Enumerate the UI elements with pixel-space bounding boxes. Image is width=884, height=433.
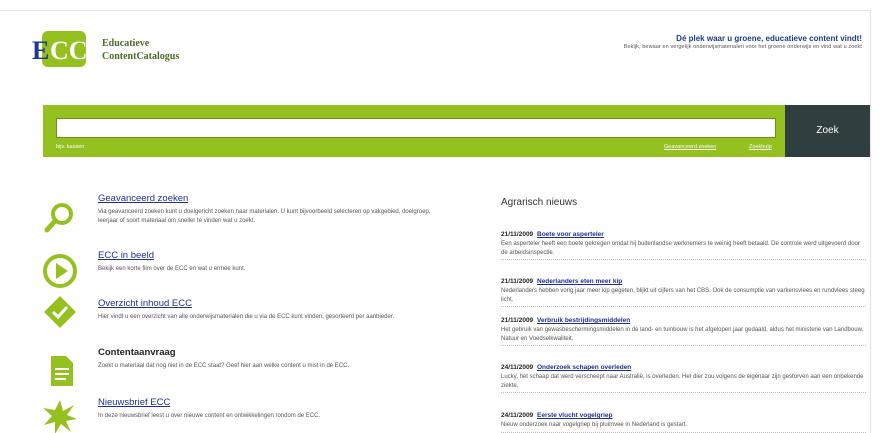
news-heading: 24/11/2009 Onderzoek schapen overleden	[501, 364, 866, 371]
svg-text:CC: CC	[50, 36, 88, 65]
news-item: 24/11/2009 Onderzoek schapen overleden L…	[501, 364, 866, 393]
search-help-link[interactable]: Zoekhulp	[749, 144, 772, 150]
news-heading: 21/11/2009 Verbruik bestrijdingsmiddelen	[501, 317, 866, 324]
feature-description: Via geavanceerd zoeken kunt u doelgerich…	[98, 209, 431, 224]
news-date: 21/11/2009	[501, 317, 534, 324]
site-logo[interactable]: E CC Educatieve ContentCatalogus	[30, 25, 210, 73]
news-date: 21/11/2009	[501, 278, 534, 285]
search-input[interactable]	[56, 118, 776, 138]
feature-title[interactable]: ECC in beeld	[98, 250, 154, 261]
magnifier-icon[interactable]	[42, 200, 78, 236]
top-border	[0, 10, 870, 11]
news-body: Nieuw onderzoek naar vogelgriep bij plui…	[501, 422, 688, 428]
news-body: Een asperteler heeft een boete gekregen …	[501, 241, 860, 256]
news-item: 21/11/2009 Nederlanders eten meer kip Ne…	[501, 278, 866, 307]
feature-advanced-search: Geavanceerd zoeken Via geavanceerd zoeke…	[42, 193, 442, 243]
news-item: 21/11/2009 Verbruik bestrijdingsmiddelen…	[501, 317, 866, 346]
logo-line-2: ContentCatalogus	[102, 51, 180, 62]
logo-line-1: Educatieve	[102, 38, 150, 49]
feature-title[interactable]: Contentaanvraag	[98, 347, 176, 358]
news-date: 24/11/2009	[501, 412, 534, 419]
logo-text: Educatieve ContentCatalogus	[102, 37, 179, 63]
search-hint: bijv. kassen	[56, 144, 85, 150]
feature-overzicht-inhoud: Overzicht inhoud ECC Hier vindt u een ov…	[42, 296, 442, 348]
news-item: 24/11/2009 Eerste vlucht vogelgriep Nieu…	[501, 412, 866, 433]
news-item: 21/11/2009 Boete voor asperteler Een asp…	[501, 231, 866, 260]
tagline: Dé plek waar u groene, educatieve conten…	[676, 34, 862, 43]
feature-description: Hier vindt u een overzicht van alle onde…	[98, 314, 395, 320]
news-heading: 21/11/2009 Nederlanders eten meer kip	[501, 278, 866, 285]
news-heading: 21/11/2009 Boete voor asperteler	[501, 231, 866, 238]
feature-description: In deze nieuwsbrief leest u over nieuwe …	[98, 413, 321, 419]
checklist-icon[interactable]	[42, 294, 78, 330]
news-headline-link[interactable]: Nederlanders eten meer kip	[537, 278, 622, 285]
feature-ecc-in-beeld: ECC in beeld Bekijk een korte film over …	[42, 250, 442, 300]
news-headline-link[interactable]: Verbruik bestrijdingsmiddelen	[537, 317, 630, 324]
feature-title[interactable]: Overzicht inhoud ECC	[98, 298, 192, 309]
advanced-search-link[interactable]: Geavanceerd zoeken	[664, 144, 716, 150]
starburst-icon[interactable]	[42, 399, 78, 433]
subtagline: Bekijk, bewaar en vergelijk onderwijsmat…	[623, 44, 862, 50]
news-section-title: Agrarisch nieuws	[501, 197, 578, 208]
news-date: 21/11/2009	[501, 231, 534, 238]
feature-contentaanvraag: Contentaanvraag Zoekt u materiaal dat no…	[42, 347, 442, 397]
feature-description: Bekijk een korte film over de ECC en wat…	[98, 266, 246, 272]
news-body: Lucky, het schaap dat werd verscheept na…	[501, 374, 864, 389]
news-body: Het gebruik van gewasbeschermingsmiddele…	[501, 327, 864, 342]
news-body: Nederlanders hebben vorig jaar meer kip …	[501, 288, 865, 303]
svg-text:E: E	[32, 36, 49, 65]
news-heading: 24/11/2009 Eerste vlucht vogelgriep	[501, 412, 866, 419]
news-date: 24/11/2009	[501, 364, 534, 371]
right-border	[870, 10, 871, 433]
feature-description: Zoekt u materiaal dat nog niet in de ECC…	[98, 363, 350, 369]
search-button[interactable]: Zoek	[785, 105, 870, 157]
news-headline-link[interactable]: Boete voor asperteler	[537, 231, 604, 238]
ecc-logo-mark-icon: E CC	[32, 31, 88, 67]
feature-title[interactable]: Geavanceerd zoeken	[98, 193, 188, 204]
feature-title[interactable]: Nieuwsbrief ECC	[98, 397, 170, 408]
news-headline-link[interactable]: Eerste vlucht vogelgriep	[537, 412, 613, 419]
play-icon[interactable]	[42, 253, 78, 289]
document-icon[interactable]	[42, 353, 78, 389]
news-headline-link[interactable]: Onderzoek schapen overleden	[537, 364, 631, 371]
feature-nieuwsbrief: Nieuwsbrief ECC In deze nieuwsbrief lees…	[42, 397, 442, 433]
